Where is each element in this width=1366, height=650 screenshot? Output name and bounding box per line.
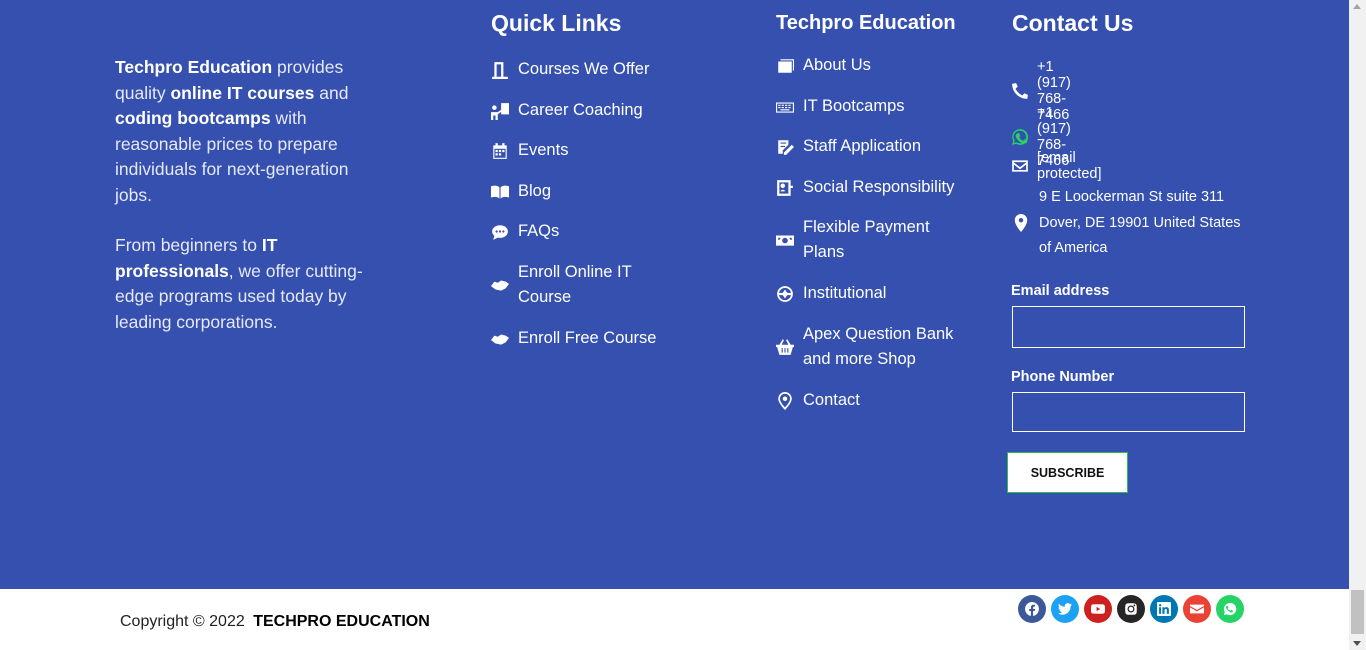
youtube-icon[interactable] — [1084, 595, 1112, 623]
footer-main: Techpro Education provides quality onlin… — [0, 0, 1349, 589]
quick-link-faqs[interactable]: FAQs — [490, 219, 660, 244]
images-icon — [775, 53, 795, 78]
link-label: Apex Question Bank and more Shop — [803, 325, 954, 368]
email-field[interactable] — [1012, 306, 1245, 348]
copyright-text: Copyright © 2022 — [120, 613, 245, 630]
quick-link-courses[interactable]: Courses We Offer — [490, 57, 660, 82]
quick-link-enroll-online[interactable]: Enroll Online IT Course — [490, 260, 640, 310]
link-label: Events — [518, 141, 569, 159]
techpro-link-shop[interactable]: Apex Question Bank and more Shop — [775, 322, 955, 372]
link-label: Enroll Free Course — [518, 329, 657, 347]
user-badge-icon — [775, 175, 795, 200]
about-text: Techpro Education provides quality onlin… — [115, 55, 375, 335]
link-label: Contact — [803, 391, 860, 409]
social-links — [1018, 595, 1244, 623]
whatsapp-icon — [1011, 128, 1029, 146]
techpro-link-staff[interactable]: Staff Application — [775, 134, 955, 159]
map-marker-icon — [1011, 185, 1031, 261]
copyright: Copyright © 2022 TECHPRO EDUCATION — [120, 613, 430, 631]
globe-icon — [775, 281, 795, 306]
book-icon — [490, 179, 510, 204]
link-label: Courses We Offer — [518, 60, 650, 78]
quick-link-enroll-free[interactable]: Enroll Free Course — [490, 326, 660, 351]
quick-link-blog[interactable]: Blog — [490, 179, 660, 204]
envelope-icon[interactable] — [1183, 595, 1211, 623]
link-label: IT Bootcamps — [803, 97, 905, 115]
door-icon — [490, 57, 510, 82]
techpro-link-bootcamps[interactable]: IT Bootcamps — [775, 94, 955, 119]
techpro-link-social[interactable]: Social Responsibility — [775, 175, 955, 200]
about-paragraph-1: Techpro Education provides quality onlin… — [115, 57, 349, 205]
techpro-link-institutional[interactable]: Institutional — [775, 281, 955, 306]
envelope-icon — [1011, 157, 1029, 175]
linkedin-icon[interactable] — [1150, 595, 1178, 623]
techpro-link-contact[interactable]: Contact — [775, 388, 955, 413]
link-label: Enroll Online IT Course — [518, 263, 632, 306]
contact-address: 9 E Loockerman St suite 311 Dover, DE 19… — [1011, 185, 1249, 262]
contact-title: Contact Us — [1012, 10, 1134, 36]
link-label: About Us — [803, 56, 871, 74]
money-icon — [775, 215, 795, 265]
link-label: Institutional — [803, 284, 887, 302]
handshake-icon — [490, 326, 510, 351]
scrollbar[interactable] — [1349, 0, 1366, 650]
quick-link-events[interactable]: Events — [490, 138, 660, 163]
about-paragraph-2: From beginners to IT professionals, we o… — [115, 235, 363, 332]
phone-label: Phone Number — [1011, 369, 1115, 385]
map-pin-icon — [775, 388, 795, 413]
link-label: Blog — [518, 182, 552, 200]
keyboard-icon — [775, 94, 795, 119]
scroll-down-arrow-icon[interactable] — [1353, 641, 1361, 646]
handshake-icon — [490, 260, 510, 310]
edit-icon — [775, 134, 795, 159]
scrollbar-thumb[interactable] — [1351, 590, 1364, 634]
scroll-up-arrow-icon[interactable] — [1353, 4, 1361, 9]
chat-icon — [490, 219, 510, 244]
link-label: Social Responsibility — [803, 178, 955, 196]
quick-links-title: Quick Links — [491, 10, 622, 36]
link-label: Flexible Payment Plans — [803, 218, 930, 261]
copyright-brand: TECHPRO EDUCATION — [253, 613, 430, 630]
twitter-icon[interactable] — [1051, 595, 1079, 623]
whatsapp-icon[interactable] — [1216, 595, 1244, 623]
calendar-icon — [490, 138, 510, 163]
link-label: Staff Application — [803, 137, 922, 155]
instagram-icon[interactable] — [1117, 595, 1145, 623]
link-label: FAQs — [518, 222, 560, 240]
link-label: Career Coaching — [518, 101, 643, 119]
contact-email-text: [email protected] — [1037, 150, 1102, 182]
techpro-link-payment[interactable]: Flexible Payment Plans — [775, 215, 940, 265]
contact-email[interactable]: [email protected] — [1011, 150, 1103, 182]
phone-icon — [1011, 82, 1029, 100]
email-label: Email address — [1011, 283, 1110, 299]
phone-field[interactable] — [1012, 392, 1245, 432]
coaching-icon — [490, 98, 510, 123]
facebook-icon[interactable] — [1018, 595, 1046, 623]
basket-icon — [775, 322, 795, 372]
quick-link-career[interactable]: Career Coaching — [490, 98, 660, 123]
subscribe-button[interactable]: SUBSCRIBE — [1007, 452, 1128, 493]
techpro-link-about[interactable]: About Us — [775, 53, 955, 78]
techpro-title: Techpro Education — [776, 12, 956, 34]
contact-address-text: 9 E Loockerman St suite 311 Dover, DE 19… — [1039, 189, 1241, 256]
